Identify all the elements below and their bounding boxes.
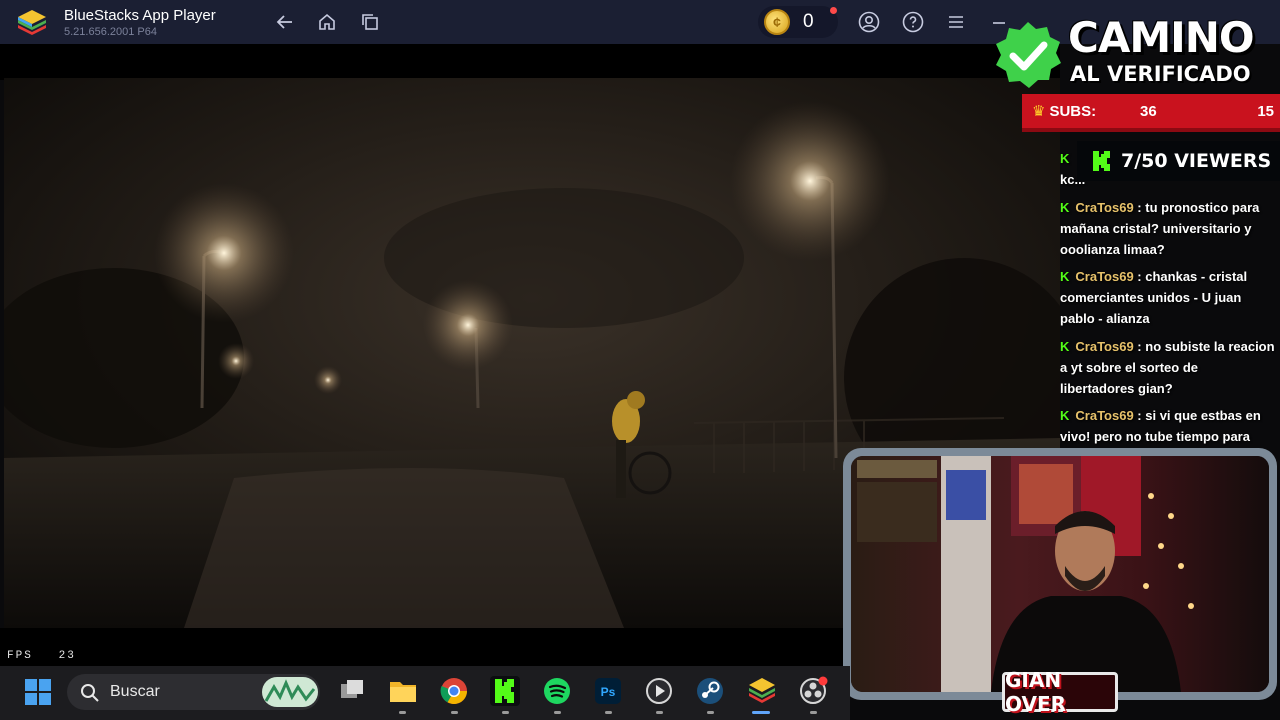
photoshop-icon[interactable]: Ps — [593, 676, 623, 706]
kick-logo-icon — [1093, 151, 1110, 171]
subs-goal: 15 — [1257, 102, 1274, 120]
notification-dot — [830, 7, 837, 14]
coin-icon: ¢ — [764, 9, 790, 35]
file-explorer-icon[interactable] — [388, 676, 418, 706]
taskbar-indicator — [656, 711, 663, 714]
search-highlight-icon — [262, 677, 318, 707]
app-title: BlueStacks App Player — [64, 7, 216, 24]
steam-icon[interactable] — [695, 676, 725, 706]
task-view-icon[interactable] — [337, 676, 367, 706]
chat-message: K CraTos69 : chankas - cristal comerciant… — [1060, 269, 1248, 326]
taskbar-indicator — [707, 711, 714, 714]
crown-icon: ♛ — [1032, 103, 1046, 120]
verified-check-icon — [996, 22, 1061, 88]
help-icon[interactable] — [902, 11, 924, 33]
search-icon — [81, 684, 99, 702]
kick-badge-icon: K — [1060, 269, 1070, 284]
kick-app-icon[interactable] — [490, 676, 520, 706]
kick-badge-icon: K — [1060, 339, 1070, 354]
letterbox-top — [0, 44, 1060, 80]
chat-username: CraTos69 — [1075, 200, 1134, 215]
bluestacks-logo-icon — [18, 10, 46, 35]
taskbar-indicator — [810, 711, 817, 714]
obs-icon[interactable] — [798, 676, 828, 706]
subs-current: 36 — [1140, 102, 1157, 120]
fps-counter: FPS 23 — [7, 650, 76, 662]
taskbar-indicator — [451, 711, 458, 714]
svg-text:Ps: Ps — [601, 685, 616, 699]
streamer-name-plate: GIAN OVER — [1002, 668, 1118, 716]
kick-badge-icon: K — [1060, 408, 1070, 423]
taskbar-indicator — [605, 711, 612, 714]
fps-label: FPS — [7, 650, 33, 662]
windows-start-icon[interactable] — [24, 678, 52, 706]
chat-username: CraTos69 — [1075, 339, 1134, 354]
kick-badge-icon: K — [1060, 151, 1070, 166]
viewers-text: 7/50 VIEWERS — [1121, 150, 1272, 172]
webcam-feed — [851, 456, 1269, 692]
kick-badge-icon: K — [1060, 200, 1070, 215]
media-player-icon[interactable] — [644, 676, 674, 706]
coin-balance[interactable]: ¢ 0 — [758, 6, 838, 38]
taskbar-indicator — [554, 711, 561, 714]
chat-username: CraTos69 — [1075, 269, 1134, 284]
bluestacks-app-icon[interactable] — [747, 676, 777, 706]
letterbox-bottom — [0, 628, 850, 666]
webcam-image — [851, 456, 1269, 692]
chat-message: K CraTos69 : si vi que estbas en vivo! pe… — [1060, 408, 1261, 444]
fps-value: 23 — [58, 650, 76, 662]
menu-icon[interactable] — [945, 11, 967, 33]
screen: BlueStacks App Player 5.21.656.2001 P64 … — [0, 0, 1280, 720]
app-version: 5.21.656.2001 P64 — [64, 26, 157, 38]
webcam-frame — [843, 448, 1277, 700]
back-arrow-icon[interactable] — [274, 11, 296, 33]
taskbar-indicator — [502, 711, 509, 714]
chat-username: CraTos69 — [1075, 408, 1134, 423]
taskbar-indicator-active — [752, 711, 770, 714]
viewers-counter: 7/50 VIEWERS — [1077, 141, 1280, 181]
home-icon[interactable] — [316, 11, 338, 33]
chat-overlay: Kkc... K CraTos69 : tu pronostico para ma… — [1060, 146, 1276, 446]
coin-count: 0 — [803, 11, 814, 32]
spotify-icon[interactable] — [542, 676, 572, 706]
chrome-icon[interactable] — [439, 676, 469, 706]
search-label: Buscar — [110, 683, 160, 700]
overlay-title-camino: CAMINO — [1068, 13, 1255, 62]
taskbar-indicator — [399, 711, 406, 714]
chat-message: K CraTos69 : no subiste la reacion a yt s… — [1060, 339, 1275, 396]
overlay-title-verificado: AL VERIFICADO — [1070, 62, 1251, 86]
account-icon[interactable] — [858, 11, 880, 33]
chat-message: K CraTos69 : tu pronostico para mañana cr… — [1060, 200, 1260, 257]
subs-goal-bar: ♛ SUBS: 36 15 — [1022, 94, 1280, 132]
subs-label: SUBS: — [1049, 102, 1097, 120]
recent-apps-icon[interactable] — [359, 11, 381, 33]
